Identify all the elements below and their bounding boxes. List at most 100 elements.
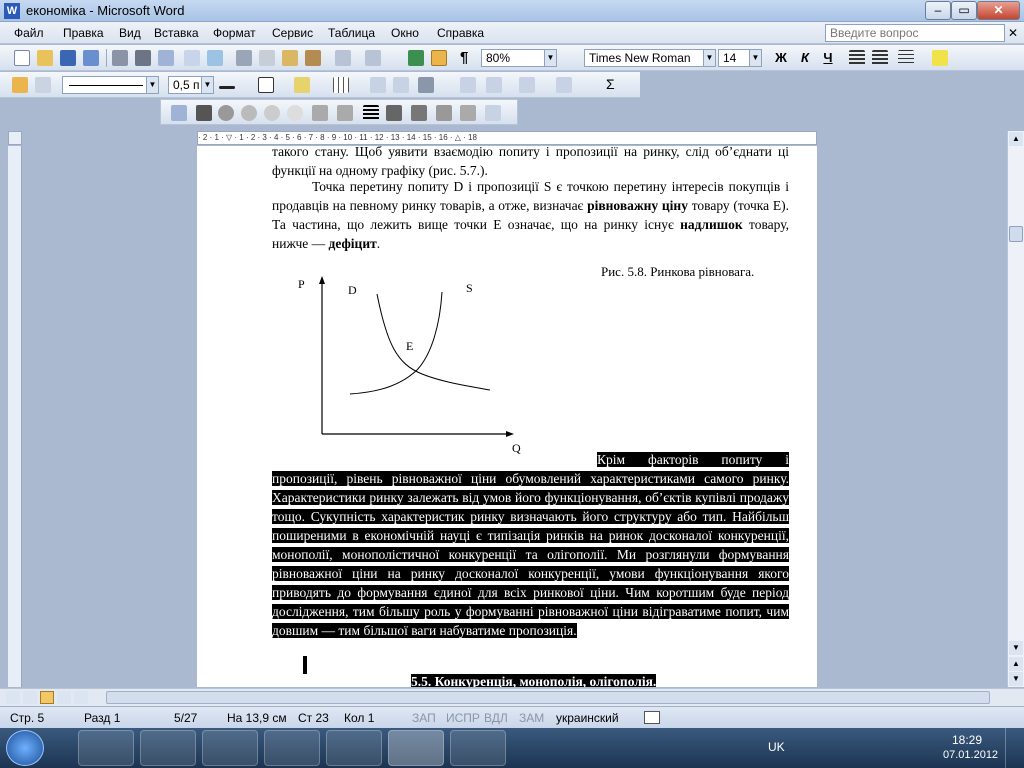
normal-view-button[interactable] bbox=[6, 691, 20, 704]
research-icon[interactable] bbox=[207, 50, 223, 66]
align-distributed-icon[interactable] bbox=[872, 50, 888, 66]
line-style-icon[interactable] bbox=[363, 105, 379, 121]
menu-window[interactable]: Окно bbox=[391, 26, 419, 40]
spelling-icon[interactable] bbox=[184, 50, 200, 66]
align-cell-icon[interactable] bbox=[418, 77, 434, 93]
less-contrast-icon[interactable] bbox=[241, 105, 257, 121]
open-icon[interactable] bbox=[37, 50, 53, 66]
menu-help[interactable]: Справка bbox=[437, 26, 484, 40]
redo-icon[interactable] bbox=[365, 50, 381, 66]
word-app-icon[interactable]: W bbox=[4, 3, 20, 19]
menu-edit[interactable]: Правка bbox=[63, 26, 104, 40]
menu-format[interactable]: Формат bbox=[213, 26, 256, 40]
horizontal-scroll-thumb[interactable] bbox=[106, 691, 990, 704]
sort-icon[interactable] bbox=[556, 77, 572, 93]
horizontal-scrollbar[interactable] bbox=[0, 688, 1024, 706]
line-weight-select[interactable]: 0,5 п ▼ bbox=[168, 76, 214, 94]
more-brightness-icon[interactable] bbox=[264, 105, 280, 121]
new-icon[interactable] bbox=[14, 50, 30, 66]
vertical-scrollbar[interactable]: ▲ ▼ ▲ ▼ bbox=[1007, 131, 1024, 687]
taskbar-ie-icon[interactable] bbox=[78, 730, 134, 766]
help-search-input[interactable]: Введите вопрос bbox=[825, 24, 1005, 42]
line-spacing-icon[interactable] bbox=[898, 50, 914, 66]
status-rec[interactable]: ЗАП bbox=[412, 711, 436, 725]
borders-icon[interactable] bbox=[258, 77, 274, 93]
italic-button[interactable]: К bbox=[796, 49, 814, 67]
rotate-icon[interactable] bbox=[337, 105, 353, 121]
selected-paragraph[interactable]: Крім факторів попиту і пропозиції, рівен… bbox=[272, 450, 789, 640]
horizontal-ruler[interactable]: · 2 · 1 · ▽ · 1 · 2 · 3 · 4 · 5 · 6 · 7 … bbox=[197, 131, 817, 145]
menu-insert[interactable]: Вставка bbox=[154, 26, 199, 40]
maximize-button[interactable]: ▭ bbox=[951, 1, 977, 20]
reading-view-button[interactable] bbox=[74, 691, 88, 704]
scroll-up-button[interactable]: ▲ bbox=[1009, 132, 1023, 146]
taskbar-word-icon[interactable] bbox=[388, 730, 444, 766]
border-color-icon[interactable] bbox=[219, 86, 235, 89]
close-doc-icon[interactable]: ✕ bbox=[1008, 26, 1018, 40]
taskbar-media-icon[interactable] bbox=[202, 730, 258, 766]
bold-button[interactable]: Ж bbox=[772, 49, 790, 67]
next-page-button[interactable]: ▼ bbox=[1009, 672, 1023, 686]
autosum-icon[interactable]: Σ bbox=[606, 76, 615, 92]
undo-icon[interactable] bbox=[335, 50, 351, 66]
web-view-button[interactable] bbox=[23, 691, 37, 704]
paste-icon[interactable] bbox=[282, 50, 298, 66]
taskbar-opera-icon[interactable] bbox=[326, 730, 382, 766]
taskbar-explorer-icon[interactable] bbox=[140, 730, 196, 766]
taskbar-yandex-icon[interactable] bbox=[264, 730, 320, 766]
text-direction-icon[interactable] bbox=[519, 77, 535, 93]
drawing-icon[interactable] bbox=[431, 50, 447, 66]
status-trk[interactable]: ИСПР bbox=[446, 711, 480, 725]
set-transparent-icon[interactable] bbox=[460, 105, 476, 121]
permission-icon[interactable] bbox=[83, 50, 99, 66]
color-icon[interactable] bbox=[196, 105, 212, 121]
status-language[interactable]: украинский bbox=[556, 711, 619, 725]
scroll-thumb[interactable] bbox=[1009, 226, 1023, 242]
cut-icon[interactable] bbox=[236, 50, 252, 66]
underline-button[interactable]: Ч bbox=[819, 49, 837, 67]
draw-tool-icon[interactable] bbox=[12, 77, 28, 93]
print-icon[interactable] bbox=[135, 50, 151, 66]
outline-view-button[interactable] bbox=[57, 691, 71, 704]
menu-file[interactable]: Файл bbox=[14, 26, 44, 40]
show-formatting-button[interactable]: ¶ bbox=[460, 49, 468, 66]
font-select[interactable]: Times New Roman ▼ bbox=[584, 49, 716, 67]
tray-time[interactable]: 18:29 bbox=[952, 733, 982, 747]
menu-table[interactable]: Таблица bbox=[328, 26, 375, 40]
line-style-select[interactable]: ▼ bbox=[62, 76, 159, 94]
show-desktop-button[interactable] bbox=[1005, 728, 1024, 768]
reset-picture-icon[interactable] bbox=[485, 105, 501, 121]
status-ovr[interactable]: ЗАМ bbox=[519, 711, 544, 725]
scroll-down-button[interactable]: ▼ bbox=[1009, 641, 1023, 655]
align-justify-icon[interactable] bbox=[849, 50, 865, 66]
less-brightness-icon[interactable] bbox=[287, 105, 303, 121]
prev-page-button[interactable]: ▲ bbox=[1009, 657, 1023, 671]
format-painter-icon[interactable] bbox=[305, 50, 321, 66]
tray-date[interactable]: 07.01.2012 bbox=[943, 749, 998, 761]
compress-icon[interactable] bbox=[386, 105, 402, 121]
close-button[interactable]: ✕ bbox=[977, 1, 1020, 20]
start-button[interactable] bbox=[6, 730, 44, 766]
print-layout-button[interactable] bbox=[40, 691, 54, 704]
insert-picture-icon[interactable] bbox=[171, 105, 187, 121]
distribute-rows-icon[interactable] bbox=[460, 77, 476, 93]
tab-selector-button[interactable] bbox=[8, 131, 22, 145]
menu-view[interactable]: Вид bbox=[119, 26, 141, 40]
format-picture-icon[interactable] bbox=[436, 105, 452, 121]
shading-icon[interactable] bbox=[294, 77, 310, 93]
status-ext[interactable]: ВДЛ bbox=[484, 711, 508, 725]
split-cells-icon[interactable] bbox=[393, 77, 409, 93]
spelling-status-icon[interactable] bbox=[644, 711, 660, 724]
merge-cells-icon[interactable] bbox=[370, 77, 386, 93]
taskbar-word2-icon[interactable] bbox=[450, 730, 506, 766]
tray-language[interactable]: UK bbox=[768, 740, 785, 754]
hyperlink-icon[interactable] bbox=[408, 50, 424, 66]
copy-icon[interactable] bbox=[259, 50, 275, 66]
crop-icon[interactable] bbox=[312, 105, 328, 121]
text-wrapping-icon[interactable] bbox=[411, 105, 427, 121]
save-icon[interactable] bbox=[60, 50, 76, 66]
more-contrast-icon[interactable] bbox=[218, 105, 234, 121]
highlight-icon[interactable] bbox=[932, 50, 948, 66]
minimize-button[interactable]: – bbox=[925, 1, 951, 20]
vertical-ruler[interactable] bbox=[8, 146, 22, 687]
